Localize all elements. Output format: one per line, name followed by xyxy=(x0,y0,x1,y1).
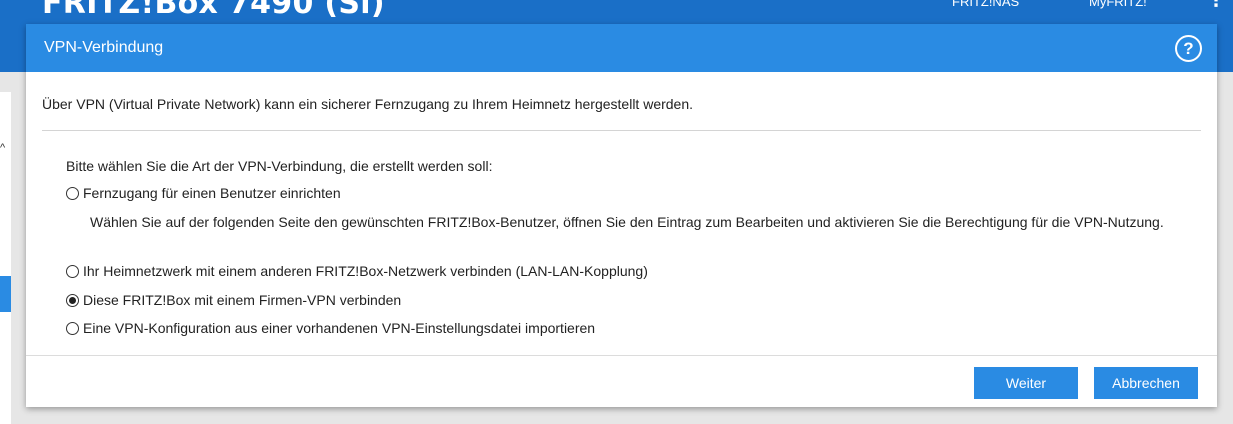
app-title: FRITZ!Box 7490 (Sl) xyxy=(42,0,385,21)
divider xyxy=(42,130,1201,131)
radio-button-checked[interactable] xyxy=(66,293,79,307)
option-description: Wählen Sie auf der folgenden Seite den g… xyxy=(90,214,1164,230)
option-remote-access-user[interactable]: Fernzugang für einen Benutzer einrichten xyxy=(66,184,341,202)
option-label: Eine VPN-Konfiguration aus einer vorhand… xyxy=(83,320,596,336)
option-import-config[interactable]: Eine VPN-Konfiguration aus einer vorhand… xyxy=(66,319,595,337)
radio-button[interactable] xyxy=(66,186,79,200)
option-label: Ihr Heimnetzwerk mit einem anderen FRITZ… xyxy=(83,263,648,279)
background-sidebar-active-item xyxy=(0,276,11,312)
help-icon[interactable]: ? xyxy=(1175,35,1202,62)
selection-prompt: Bitte wählen Sie die Art der VPN-Verbind… xyxy=(66,158,493,174)
option-label: Fernzugang für einen Benutzer einrichten xyxy=(83,185,341,201)
footer-divider xyxy=(26,355,1217,356)
vertical-ellipsis-icon[interactable]: ⋮ xyxy=(1207,0,1225,10)
option-label: Diese FRITZ!Box mit einem Firmen-VPN ver… xyxy=(83,292,402,308)
caret-icon: ^ xyxy=(0,142,6,154)
dialog-title: VPN-Verbindung xyxy=(44,39,164,56)
intro-text: Über VPN (Virtual Private Network) kann … xyxy=(42,96,694,112)
next-button[interactable]: Weiter xyxy=(974,367,1078,399)
dialog-header: VPN-Verbindung ? xyxy=(26,24,1217,72)
option-lan-lan-coupling[interactable]: Ihr Heimnetzwerk mit einem anderen FRITZ… xyxy=(66,262,648,280)
vpn-dialog: VPN-Verbindung ? Über VPN (Virtual Priva… xyxy=(26,24,1217,407)
header-link-myfritz[interactable]: MyFRITZ! xyxy=(1089,0,1147,9)
header-link-fritznas[interactable]: FRITZ!NAS xyxy=(952,0,1019,9)
radio-button[interactable] xyxy=(66,321,79,335)
radio-button[interactable] xyxy=(66,264,79,278)
cancel-button[interactable]: Abbrechen xyxy=(1094,367,1198,399)
option-company-vpn[interactable]: Diese FRITZ!Box mit einem Firmen-VPN ver… xyxy=(66,291,401,309)
